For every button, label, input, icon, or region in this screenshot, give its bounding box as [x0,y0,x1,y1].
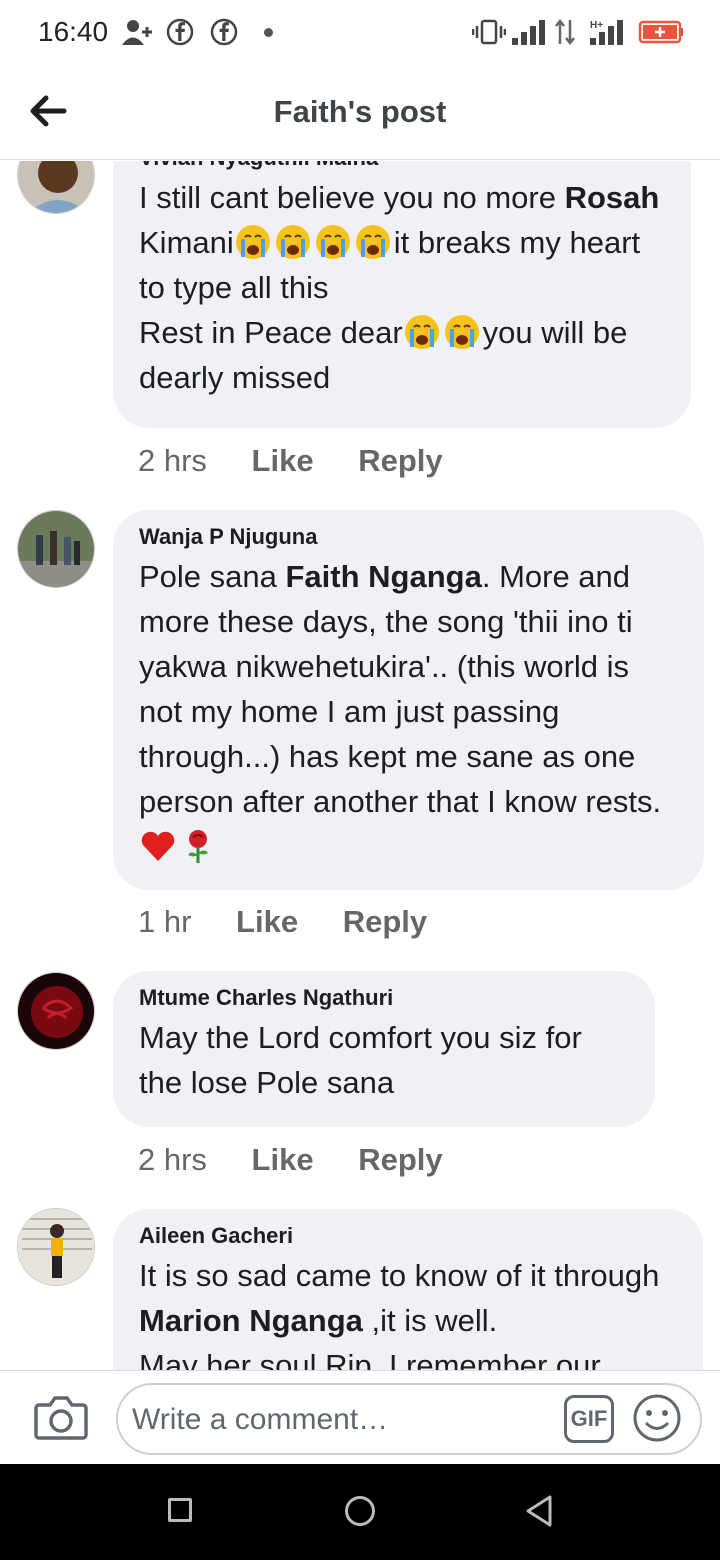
mention-link[interactable]: Faith Nganga [286,559,482,594]
avatar[interactable] [17,972,95,1050]
comment-text: May the Lord comfort you siz for the los… [139,1020,582,1100]
comment-author[interactable]: Mtume Charles Ngathuri [139,985,629,1011]
avatar[interactable] [17,510,95,588]
like-button[interactable]: Like [252,443,314,479]
back-triangle-icon[interactable] [524,1494,554,1528]
status-time: 16:40 [38,16,109,47]
comment-author[interactable]: Aileen Gacheri [139,1223,677,1249]
comment-text: I still cant believe you no more Rosah K… [139,180,660,395]
reply-button[interactable]: Reply [343,904,427,940]
comment-text: It is so sad came to know of it through … [139,1258,660,1370]
facebook-icon [166,18,194,46]
gif-button[interactable]: GIF [564,1395,614,1443]
crying-face-emoji-icon [315,225,350,259]
comment-author[interactable]: Wanja P Njuguna [139,524,678,550]
crying-face-emoji-icon [444,315,479,349]
crying-face-emoji-icon [235,225,270,259]
comment-bubble[interactable]: Mtume Charles Ngathuri May the Lord comf… [113,971,655,1127]
comment-actions: 2 hrs Like Reply [138,443,443,479]
reply-button[interactable]: Reply [358,443,442,479]
notification-dot-icon [264,28,273,37]
comment-timestamp: 1 hr [138,904,192,939]
mention-link[interactable]: Rosah [565,180,660,215]
comments-feed[interactable]: Vivian Nyaguthii Maina I still cant beli… [0,161,720,1370]
page-title: Faith's post [273,94,447,129]
crying-face-emoji-icon [275,225,310,259]
comment-bubble[interactable]: Vivian Nyaguthii Maina I still cant beli… [113,161,691,428]
app-header: Faith's post [0,66,720,160]
home-icon[interactable] [345,1496,375,1526]
hplus-signal-icon: H+ [590,20,623,45]
like-button[interactable]: Like [236,904,298,940]
camera-icon[interactable] [34,1393,88,1441]
comment-bubble[interactable]: Aileen Gacheri It is so sad came to know… [113,1209,703,1370]
avatar[interactable] [17,1208,95,1286]
comment-actions: 1 hr Like Reply [138,904,427,940]
comment-bubble[interactable]: Wanja P Njuguna Pole sana Faith Nganga. … [113,510,704,890]
comment-actions: 2 hrs Like Reply [138,1142,443,1178]
comment-input[interactable]: Write a comment… GIF [116,1383,702,1455]
system-navigation-bar [0,1464,720,1560]
facebook-icon [210,18,238,46]
crying-face-emoji-icon [355,225,390,259]
vibrate-icon [472,19,506,45]
red-heart-emoji-icon [141,831,175,861]
recent-apps-icon[interactable] [168,1498,192,1522]
rose-emoji-icon [188,830,208,863]
svg-text:H+: H+ [590,20,603,31]
comment-text: Pole sana Faith Nganga. More and more th… [139,554,678,869]
add-person-icon [122,20,152,45]
mention-link[interactable]: Marion Nganga [139,1303,363,1338]
comment-input-placeholder: Write a comment… [132,1403,389,1436]
comment-timestamp: 2 hrs [138,1142,207,1177]
avatar[interactable] [17,161,95,214]
comment-author[interactable]: Vivian Nyaguthii Maina [139,161,665,171]
data-arrows-icon [555,18,575,46]
status-bar: 16:40 H+ [0,0,720,66]
crying-face-emoji-icon [404,315,439,349]
emoji-smiley-icon[interactable] [632,1393,682,1443]
signal-icon [512,20,545,45]
battery-icon [638,20,683,44]
like-button[interactable]: Like [252,1142,314,1178]
comment-timestamp: 2 hrs [138,443,207,478]
comment-composer: Write a comment… GIF [0,1370,720,1464]
reply-button[interactable]: Reply [358,1142,442,1178]
